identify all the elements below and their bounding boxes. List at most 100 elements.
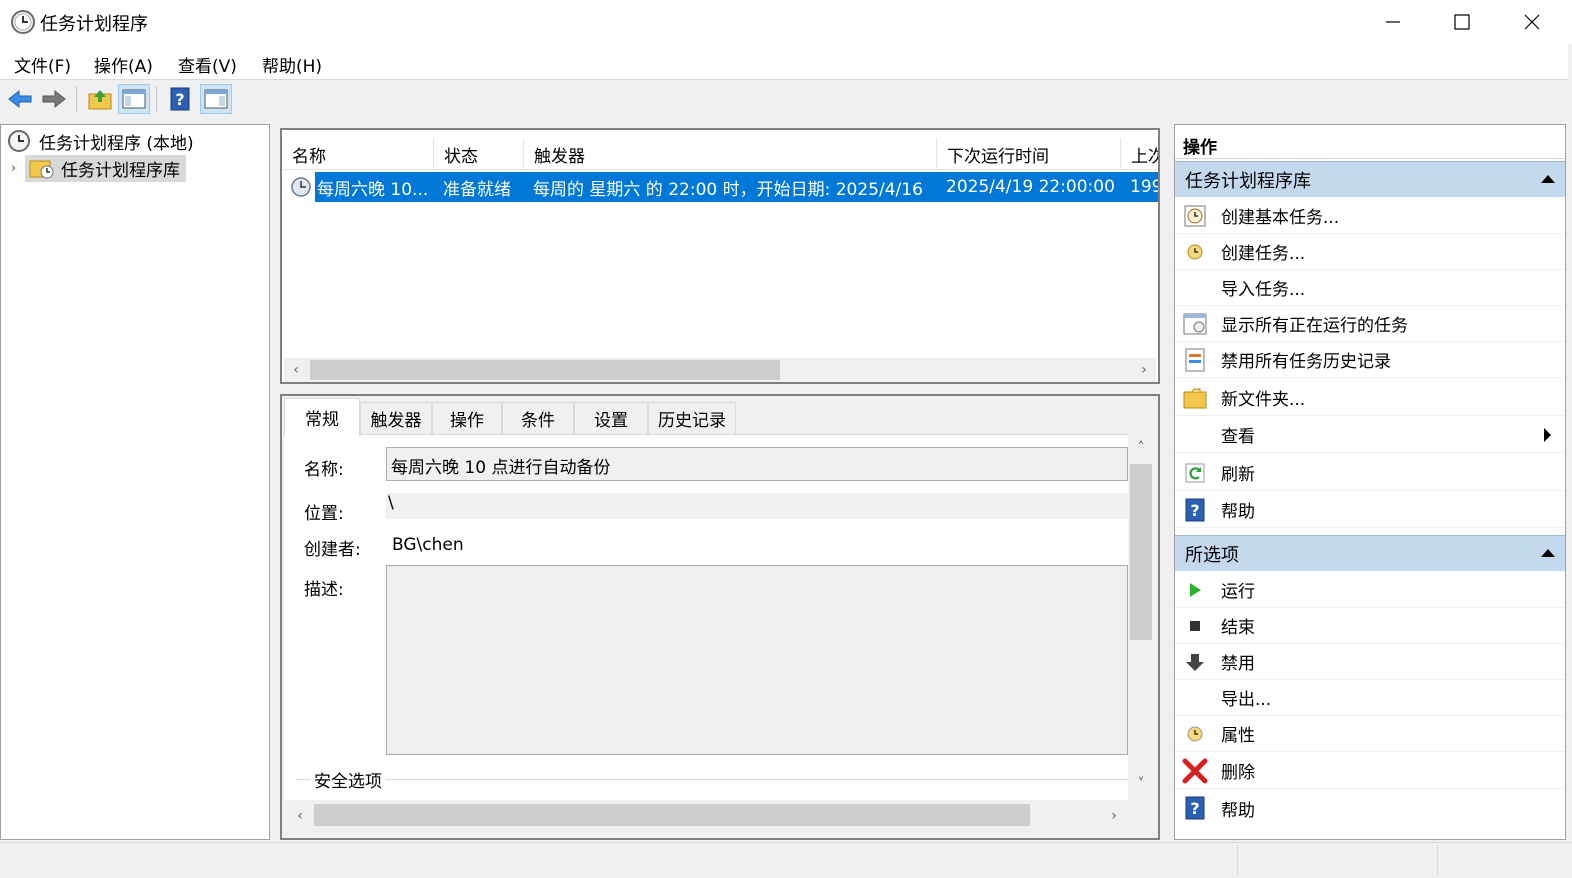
minimize-icon bbox=[1386, 21, 1400, 23]
location-label: 位置: bbox=[304, 504, 344, 524]
column-trigger[interactable]: 触发器 bbox=[524, 138, 937, 170]
scroll-up-icon[interactable]: ˄ bbox=[1131, 438, 1151, 458]
task-list: 名称 状态 触发器 下次运行时间 上次 每周六晚 10... 准备就绪 每周的 … bbox=[280, 128, 1160, 384]
tab-settings[interactable]: 设置 bbox=[574, 402, 648, 434]
action-label: 结束 bbox=[1221, 618, 1255, 638]
clock-icon bbox=[10, 9, 36, 35]
scroll-left-icon[interactable]: ‹ bbox=[286, 360, 306, 380]
help-icon: ? bbox=[1181, 496, 1209, 524]
list-header: 名称 状态 触发器 下次运行时间 上次 bbox=[282, 138, 1158, 170]
action-import-task[interactable]: 导入任务... bbox=[1175, 270, 1565, 306]
tree-item-root[interactable]: 任务计划程序 (本地) bbox=[7, 128, 194, 154]
history-icon bbox=[1181, 346, 1209, 374]
tab-conditions[interactable]: 条件 bbox=[502, 402, 574, 434]
library-section-header[interactable]: 任务计划程序库 bbox=[1175, 161, 1565, 197]
back-arrow-icon bbox=[8, 89, 32, 109]
horizontal-scrollbar[interactable]: ‹ › bbox=[284, 358, 1156, 382]
maximize-icon bbox=[1454, 14, 1470, 30]
chevron-right-icon[interactable]: › bbox=[11, 161, 25, 176]
scroll-right-icon[interactable]: › bbox=[1134, 360, 1154, 380]
cell-last-run: 199 bbox=[1130, 177, 1158, 197]
vertical-scrollbar[interactable]: ˄ ˅ bbox=[1128, 434, 1154, 800]
action-run[interactable]: 运行 bbox=[1175, 572, 1565, 608]
run-icon bbox=[1181, 576, 1209, 604]
action-label: 禁用 bbox=[1221, 654, 1255, 674]
minimize-button[interactable] bbox=[1358, 0, 1428, 44]
help-icon: ? bbox=[1181, 794, 1209, 822]
collapse-icon[interactable] bbox=[1541, 175, 1555, 183]
column-last-run[interactable]: 上次 bbox=[1121, 138, 1158, 170]
tab-triggers[interactable]: 触发器 bbox=[360, 402, 432, 434]
toolbar-separator bbox=[156, 86, 157, 112]
cell-status: 准备就绪 bbox=[443, 179, 511, 200]
name-label: 名称: bbox=[304, 460, 344, 480]
show-hide-action-pane-icon bbox=[204, 89, 228, 109]
forward-arrow-icon bbox=[42, 89, 66, 109]
help-button[interactable]: ? bbox=[164, 84, 196, 114]
selected-section-header[interactable]: 所选项 bbox=[1175, 535, 1565, 571]
tree-root-label: 任务计划程序 (本地) bbox=[39, 133, 194, 154]
close-icon bbox=[1524, 14, 1540, 30]
description-label: 描述: bbox=[304, 580, 344, 600]
menu-file[interactable]: 文件(F) bbox=[14, 52, 71, 77]
scroll-down-icon[interactable]: ˅ bbox=[1131, 774, 1151, 794]
action-label: 运行 bbox=[1221, 582, 1255, 602]
action-disable[interactable]: 禁用 bbox=[1175, 644, 1565, 680]
cell-next-run: 2025/4/19 22:00:00 bbox=[946, 177, 1115, 197]
status-bar bbox=[0, 842, 1572, 878]
forward-button[interactable] bbox=[38, 84, 70, 114]
action-create-basic-task[interactable]: 创建基本任务... bbox=[1175, 198, 1565, 234]
general-tab-content: 名称: 每周六晚 10 点进行自动备份 位置: \ 创建者: BG\chen 描… bbox=[284, 434, 1128, 800]
menu-view[interactable]: 查看(V) bbox=[178, 52, 237, 77]
tree-item-library[interactable]: › 任务计划程序库 bbox=[11, 154, 186, 182]
column-next-run[interactable]: 下次运行时间 bbox=[937, 138, 1121, 170]
back-button[interactable] bbox=[4, 84, 36, 114]
up-button[interactable] bbox=[84, 84, 116, 114]
action-new-folder[interactable]: 新文件夹... bbox=[1175, 380, 1565, 416]
scrollbar-thumb[interactable] bbox=[310, 360, 780, 380]
action-show-running[interactable]: 显示所有正在运行的任务 bbox=[1175, 306, 1565, 342]
action-label: 导入任务... bbox=[1221, 280, 1306, 300]
tab-history[interactable]: 历史记录 bbox=[648, 402, 736, 434]
refresh-icon bbox=[1181, 459, 1209, 487]
action-label: 导出... bbox=[1221, 690, 1272, 710]
svg-text:?: ? bbox=[175, 90, 184, 109]
selected-section-title: 所选项 bbox=[1185, 544, 1239, 566]
scroll-right-icon[interactable]: › bbox=[1104, 806, 1124, 826]
action-disable-history[interactable]: 禁用所有任务历史记录 bbox=[1175, 342, 1565, 378]
column-name[interactable]: 名称 bbox=[282, 138, 434, 170]
title-bar: 任务计划程序 bbox=[0, 0, 1572, 44]
action-export[interactable]: 导出... bbox=[1175, 680, 1565, 716]
task-name-field[interactable]: 每周六晚 10 点进行自动备份 bbox=[386, 447, 1128, 481]
action-help[interactable]: ? 帮助 bbox=[1175, 492, 1565, 528]
action-properties[interactable]: 属性 bbox=[1175, 716, 1565, 752]
close-button[interactable] bbox=[1497, 0, 1567, 44]
show-hide-tree-icon bbox=[122, 89, 146, 109]
scrollbar-thumb[interactable] bbox=[314, 804, 1030, 826]
tab-actions[interactable]: 操作 bbox=[432, 402, 502, 434]
svg-text:?: ? bbox=[1190, 799, 1199, 818]
action-refresh[interactable]: 刷新 bbox=[1175, 455, 1565, 491]
table-row[interactable]: 每周六晚 10... 准备就绪 每周的 星期六 的 22:00 时，开始日期: … bbox=[315, 172, 1158, 202]
description-field[interactable] bbox=[386, 565, 1128, 755]
action-view[interactable]: 查看 bbox=[1175, 417, 1565, 453]
collapse-icon[interactable] bbox=[1541, 549, 1555, 557]
scroll-left-icon[interactable]: ‹ bbox=[290, 806, 310, 826]
maximize-button[interactable] bbox=[1427, 0, 1497, 44]
show-hide-tree-button[interactable] bbox=[118, 84, 150, 114]
security-options-legend: 安全选项 bbox=[310, 767, 386, 792]
action-end[interactable]: 结束 bbox=[1175, 608, 1565, 644]
show-hide-action-pane-button[interactable] bbox=[200, 84, 232, 114]
action-delete[interactable]: 删除 bbox=[1175, 753, 1565, 789]
cell-name: 每周六晚 10... bbox=[317, 179, 429, 200]
action-create-task[interactable]: 创建任务... bbox=[1175, 234, 1565, 270]
scrollbar-thumb[interactable] bbox=[1130, 464, 1152, 640]
menu-help[interactable]: 帮助(H) bbox=[262, 52, 322, 77]
tree-library-node[interactable]: 任务计划程序库 bbox=[25, 154, 186, 182]
tab-general[interactable]: 常规 bbox=[284, 398, 360, 436]
menu-action[interactable]: 操作(A) bbox=[94, 52, 153, 77]
horizontal-scrollbar[interactable]: ‹ › bbox=[284, 800, 1128, 828]
action-label: 刷新 bbox=[1221, 465, 1255, 485]
column-status[interactable]: 状态 bbox=[434, 138, 524, 170]
action-help-selected[interactable]: ? 帮助 bbox=[1175, 790, 1565, 826]
